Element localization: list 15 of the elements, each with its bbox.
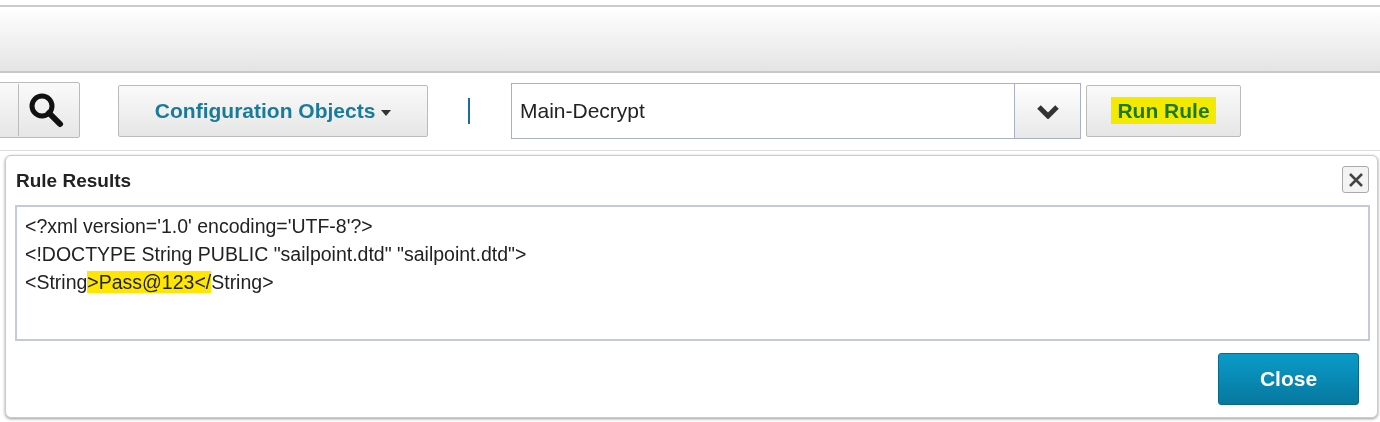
output-line: <String>Pass@123</String>: [25, 270, 275, 295]
output-line: <!DOCTYPE String PUBLIC "sailpoint.dtd" "sailpoint.dtd">: [25, 242, 528, 267]
caret-icon: [381, 109, 392, 116]
dropdown-toggle[interactable]: [1015, 83, 1081, 139]
dropdown-button[interactable]: Configuration Objects: [118, 85, 428, 137]
dialog-title: Rule Results: [16, 169, 132, 193]
output-line: <?xml version='1.0' encoding='UTF-8'?>: [25, 214, 374, 239]
search-button[interactable]: [0, 82, 80, 138]
close-button[interactable]: [1342, 166, 1369, 193]
search-icon: [27, 91, 65, 129]
close-icon: [1347, 171, 1364, 188]
close-button[interactable]: Close: [1218, 353, 1359, 405]
rule-field[interactable]: Main-Decrypt: [511, 83, 1015, 139]
chevron-down-icon: [1036, 104, 1059, 119]
run-button[interactable]: Run Rule: [1086, 85, 1241, 137]
